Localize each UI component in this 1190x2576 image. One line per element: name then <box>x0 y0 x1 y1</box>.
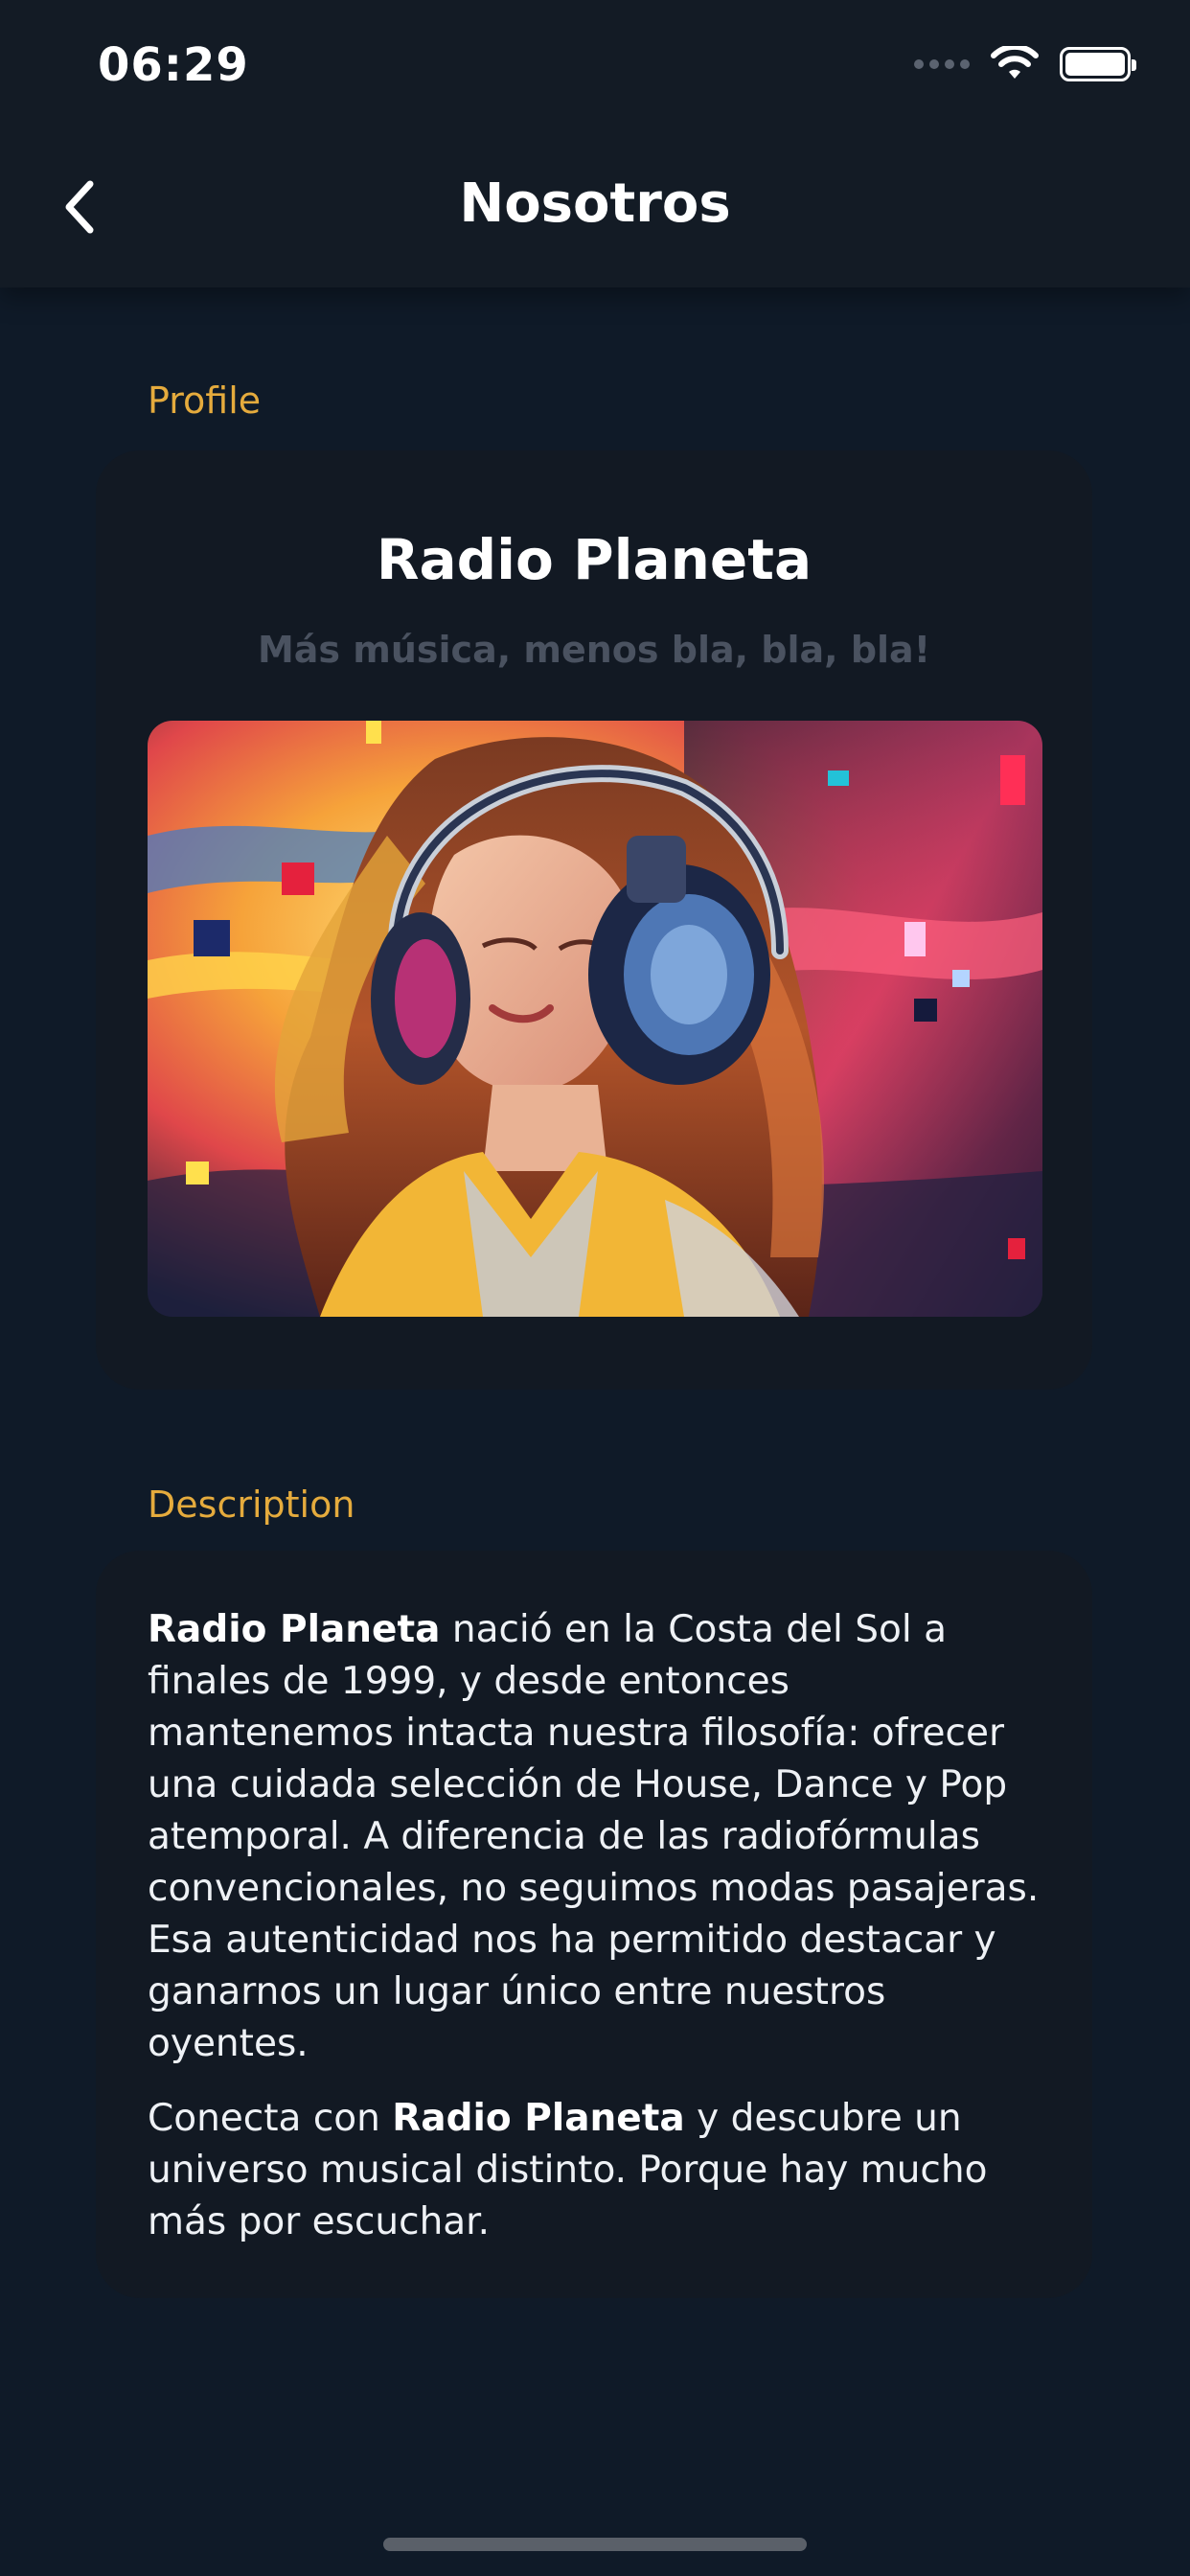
status-icons <box>914 46 1136 82</box>
station-artwork-image <box>148 721 1042 1317</box>
description-text-2a: Conecta con <box>148 2097 393 2140</box>
description-paragraph-1: Radio Planeta nació en la Costa del Sol … <box>148 1604 1041 2070</box>
station-name-bold: Radio Planeta <box>392 2097 685 2140</box>
profile-card: Radio Planeta Más música, menos bla, bla… <box>96 450 1092 1390</box>
status-time: 06:29 <box>98 38 249 92</box>
profile-section-label: Profile <box>148 380 262 422</box>
cellular-signal-icon <box>914 59 970 69</box>
description-text-1: nació en la Costa del Sol a finales de 1… <box>148 1608 1040 2065</box>
station-name-bold: Radio Planeta <box>148 1608 441 1651</box>
description-card: Radio Planeta nació en la Costa del Sol … <box>96 1551 1092 2298</box>
description-paragraph-2: Conecta con Radio Planeta y descubre un … <box>148 2093 1041 2248</box>
description-section-label: Description <box>148 1484 355 1526</box>
station-name: Radio Planeta <box>376 527 812 592</box>
battery-icon <box>1060 47 1136 81</box>
home-indicator[interactable] <box>383 2538 807 2551</box>
top-bar: 06:29 Nosotros <box>0 0 1190 288</box>
page-title: Nosotros <box>459 172 731 235</box>
wifi-icon <box>991 46 1039 79</box>
screen: 06:29 Nosotros Profile Radio Planeta Más… <box>0 0 1190 2576</box>
station-tagline: Más música, menos bla, bla, bla! <box>257 629 931 671</box>
